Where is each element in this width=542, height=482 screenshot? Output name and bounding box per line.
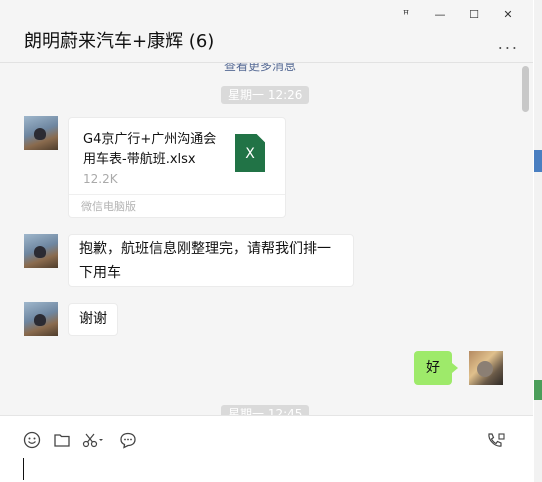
file-message-card[interactable]: G4京广行+广州沟通会用车表-带航班.xlsx 12.2K X 微信电脑版	[68, 117, 286, 218]
file-size: 12.2K	[83, 172, 118, 186]
my-message-bubble[interactable]: 好	[414, 351, 458, 385]
avatar[interactable]	[24, 302, 58, 336]
message-bubble[interactable]: 抱歉，航班信息刚整理完，请帮我们排一下用车	[68, 234, 354, 287]
excel-file-icon: X	[235, 134, 265, 172]
avatar[interactable]	[24, 234, 58, 268]
avatar-figure	[477, 361, 493, 377]
avatar[interactable]	[24, 116, 58, 150]
avatar-figure	[34, 246, 46, 258]
minimize-icon[interactable]: —	[423, 4, 457, 24]
background-window-strip	[534, 0, 542, 482]
chat-window: 朗明蔚来汽车+康辉 (6) ꟸ — ☐ ✕ ... 查看更多消息 星期一 12:…	[0, 0, 533, 482]
message-list[interactable]: 查看更多消息 星期一 12:26 G4京广行+广州沟通会用车表-带航班.xlsx…	[0, 63, 533, 415]
chat-bubble-icon[interactable]	[118, 431, 138, 449]
load-more-link[interactable]: 查看更多消息	[0, 63, 520, 74]
file-name: G4京广行+广州沟通会用车表-带航班.xlsx	[83, 132, 217, 167]
avatar-figure	[34, 314, 46, 326]
window-controls: ꟸ — ☐ ✕	[389, 4, 525, 24]
file-type-letter: X	[245, 146, 255, 162]
video-call-icon[interactable]	[486, 431, 506, 449]
timestamp: 星期一 12:26	[221, 86, 310, 104]
scissors-icon[interactable]	[82, 431, 106, 449]
avatar-figure	[34, 128, 46, 140]
title-bar: 朗明蔚来汽车+康辉 (6) ꟸ — ☐ ✕ ...	[0, 0, 533, 63]
file-source: 微信电脑版	[69, 194, 285, 218]
background-accent	[534, 380, 542, 400]
close-icon[interactable]: ✕	[491, 4, 525, 24]
more-options-button[interactable]: ...	[498, 34, 519, 53]
composer[interactable]	[0, 415, 533, 482]
scrollbar-thumb[interactable]	[522, 66, 529, 112]
background-accent	[534, 150, 542, 172]
folder-icon[interactable]	[52, 431, 72, 449]
maximize-icon[interactable]: ☐	[457, 4, 491, 24]
chat-title: 朗明蔚来汽车+康辉 (6)	[24, 31, 215, 52]
timestamp: 星期一 12:45	[221, 405, 310, 415]
pin-icon[interactable]: ꟸ	[389, 4, 423, 24]
my-avatar[interactable]	[469, 351, 503, 385]
message-bubble[interactable]: 谢谢	[68, 303, 118, 336]
emoji-icon[interactable]	[22, 431, 42, 449]
text-cursor	[23, 458, 24, 480]
